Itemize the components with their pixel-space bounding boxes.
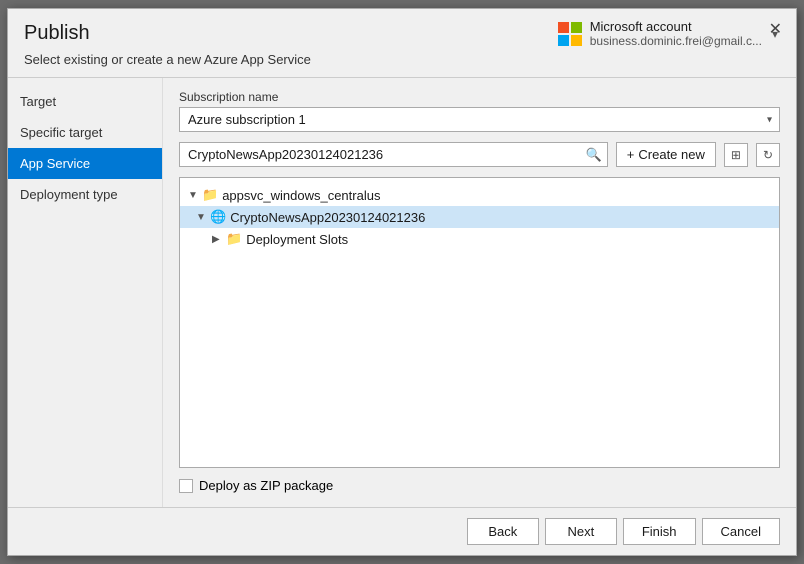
- next-button[interactable]: Next: [545, 518, 617, 545]
- dialog-subtitle: Select existing or create a new Azure Ap…: [8, 52, 796, 77]
- columns-icon: ⊞: [731, 148, 741, 162]
- search-wrapper: 🔍: [179, 142, 608, 167]
- footer: Back Next Finish Cancel: [8, 507, 796, 555]
- account-email: business.dominic.frei@gmail.c...: [590, 34, 762, 48]
- chevron-right-icon: ▶: [212, 234, 226, 245]
- create-new-label: Create new: [638, 147, 704, 162]
- columns-button[interactable]: ⊞: [724, 143, 748, 167]
- tree-item-cryptonews[interactable]: ▼ 🌐 CryptoNewsApp20230124021236: [180, 206, 779, 228]
- create-new-button[interactable]: + Create new: [616, 142, 716, 167]
- refresh-button[interactable]: ↻: [756, 143, 780, 167]
- close-button[interactable]: ✕: [763, 17, 788, 41]
- folder-icon-2: 📁: [226, 231, 242, 247]
- finish-button[interactable]: Finish: [623, 518, 696, 545]
- ms-logo-yellow: [571, 35, 582, 46]
- sidebar: Target Specific target App Service Deplo…: [8, 78, 163, 507]
- ms-logo-blue: [558, 35, 569, 46]
- tree-label-cryptonews: CryptoNewsApp20230124021236: [230, 210, 425, 225]
- refresh-icon: ↻: [763, 148, 773, 162]
- microsoft-logo: [558, 22, 582, 46]
- chevron-down-icon: ▼: [188, 190, 202, 201]
- title-bar: Publish Microsoft account business.domin…: [8, 9, 796, 52]
- folder-icon: 📁: [202, 187, 218, 203]
- chevron-down-icon-2: ▼: [196, 212, 210, 223]
- ms-logo-green: [571, 22, 582, 33]
- zip-row: Deploy as ZIP package: [179, 478, 780, 495]
- publish-dialog: ✕ Publish Microsoft account business.dom…: [7, 8, 797, 556]
- back-button[interactable]: Back: [467, 518, 539, 545]
- tree-panel: ▼ 📁 appsvc_windows_centralus ▼ 🌐 CryptoN…: [179, 177, 780, 468]
- sidebar-item-target[interactable]: Target: [8, 86, 162, 117]
- zip-label: Deploy as ZIP package: [199, 478, 333, 493]
- tree-item-deployment-slots[interactable]: ▶ 📁 Deployment Slots: [180, 228, 779, 250]
- subscription-select-wrapper: Azure subscription 1 ▾: [179, 107, 780, 132]
- sidebar-item-deployment-type[interactable]: Deployment type: [8, 179, 162, 210]
- sidebar-item-specific-target[interactable]: Specific target: [8, 117, 162, 148]
- account-info: Microsoft account business.dominic.frei@…: [590, 19, 762, 48]
- account-section: Microsoft account business.dominic.frei@…: [558, 19, 780, 48]
- main-panel: Subscription name Azure subscription 1 ▾…: [163, 78, 796, 507]
- zip-checkbox[interactable]: [179, 479, 193, 493]
- dialog-title: Publish: [24, 22, 90, 45]
- subscription-select[interactable]: Azure subscription 1: [179, 107, 780, 132]
- subscription-section: Subscription name Azure subscription 1 ▾: [179, 90, 780, 132]
- tree-item-appsvc[interactable]: ▼ 📁 appsvc_windows_centralus: [180, 184, 779, 206]
- account-name: Microsoft account: [590, 19, 762, 34]
- tree-label-deployment-slots: Deployment Slots: [246, 232, 348, 247]
- create-plus-icon: +: [627, 147, 635, 162]
- search-row: 🔍 + Create new ⊞ ↻: [179, 142, 780, 167]
- tree-label-appsvc: appsvc_windows_centralus: [222, 188, 380, 203]
- ms-logo-red: [558, 22, 569, 33]
- search-input[interactable]: [179, 142, 608, 167]
- sidebar-item-app-service[interactable]: App Service: [8, 148, 162, 179]
- content-area: Target Specific target App Service Deplo…: [8, 78, 796, 507]
- search-icon[interactable]: 🔍: [586, 147, 602, 163]
- subscription-label: Subscription name: [179, 90, 780, 104]
- cancel-button[interactable]: Cancel: [702, 518, 780, 545]
- app-service-icon: 🌐: [210, 209, 226, 225]
